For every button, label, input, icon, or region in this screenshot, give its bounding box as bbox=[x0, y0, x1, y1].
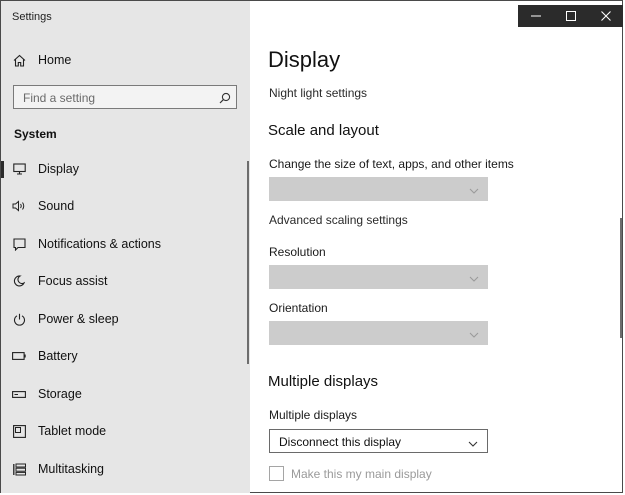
storage-icon bbox=[12, 387, 26, 401]
sidebar-item-label: Notifications & actions bbox=[38, 237, 161, 251]
home-icon bbox=[12, 53, 26, 67]
sidebar-item-label: Tablet mode bbox=[38, 424, 107, 438]
title-bar-controls bbox=[518, 5, 623, 27]
main-display-option: Make this my main display bbox=[269, 466, 432, 481]
night-light-settings-link[interactable]: Night light settings bbox=[269, 86, 367, 100]
scale-label: Change the size of text, apps, and other… bbox=[269, 157, 514, 171]
sidebar-item-sound[interactable]: Sound bbox=[1, 191, 250, 221]
sidebar-item-display[interactable]: Display bbox=[1, 154, 250, 184]
battery-icon bbox=[12, 349, 26, 363]
chevron-down-icon bbox=[469, 183, 479, 201]
chevron-down-icon bbox=[468, 436, 478, 454]
multiple-displays-label: Multiple displays bbox=[269, 408, 358, 422]
sidebar-item-label: Focus assist bbox=[38, 274, 108, 288]
sidebar-item-label: Sound bbox=[38, 199, 75, 213]
chevron-down-icon bbox=[469, 271, 479, 289]
orientation-label: Orientation bbox=[269, 301, 328, 315]
resolution-dropdown[interactable] bbox=[269, 265, 488, 289]
sidebar: Settings Home Find a setting System Disp… bbox=[1, 1, 250, 493]
sidebar-item-label: Storage bbox=[38, 387, 82, 401]
minimize-button[interactable] bbox=[518, 5, 553, 27]
sidebar-item-label: Battery bbox=[38, 349, 78, 363]
advanced-scaling-link[interactable]: Advanced scaling settings bbox=[269, 213, 408, 227]
multiple-displays-heading: Multiple displays bbox=[268, 373, 379, 390]
notification-icon bbox=[12, 237, 26, 251]
orientation-dropdown[interactable] bbox=[269, 321, 488, 345]
speaker-icon bbox=[12, 199, 26, 213]
dropdown-value: Disconnect this display bbox=[279, 435, 402, 449]
moon-icon bbox=[12, 274, 26, 288]
sidebar-item-label: Multitasking bbox=[38, 462, 104, 476]
sidebar-item-label: Display bbox=[38, 162, 79, 176]
content-scrollbar[interactable] bbox=[620, 218, 622, 338]
monitor-icon bbox=[12, 162, 26, 176]
close-button[interactable] bbox=[588, 5, 623, 27]
search-input[interactable]: Find a setting bbox=[13, 85, 237, 109]
sidebar-item-label: Home bbox=[38, 53, 72, 67]
sidebar-scrollbar[interactable] bbox=[247, 161, 249, 364]
scale-layout-heading: Scale and layout bbox=[268, 122, 379, 139]
page-title: Display bbox=[268, 47, 341, 72]
multiple-displays-dropdown[interactable]: Disconnect this display bbox=[269, 429, 488, 453]
minimize-icon bbox=[530, 15, 541, 17]
sidebar-item-battery[interactable]: Battery bbox=[1, 341, 250, 371]
sidebar-item-multitasking[interactable]: Multitasking bbox=[1, 454, 250, 484]
scale-dropdown[interactable] bbox=[269, 177, 488, 201]
window-title: Settings bbox=[12, 11, 52, 23]
sidebar-item-notifications[interactable]: Notifications & actions bbox=[1, 229, 250, 259]
close-icon bbox=[600, 11, 611, 21]
sidebar-item-tablet-mode[interactable]: Tablet mode bbox=[1, 416, 250, 446]
section-title-system: System bbox=[14, 127, 57, 141]
sidebar-item-home[interactable]: Home bbox=[1, 45, 250, 75]
power-icon bbox=[12, 312, 26, 326]
multitasking-icon bbox=[12, 462, 26, 476]
tablet-icon bbox=[12, 424, 26, 438]
search-icon bbox=[219, 91, 231, 109]
resolution-label: Resolution bbox=[269, 245, 326, 259]
maximize-button[interactable] bbox=[553, 5, 588, 27]
maximize-icon bbox=[565, 11, 576, 21]
sidebar-item-storage[interactable]: Storage bbox=[1, 379, 250, 409]
chevron-down-icon bbox=[469, 327, 479, 345]
sidebar-item-label: Power & sleep bbox=[38, 312, 119, 326]
sidebar-item-power-sleep[interactable]: Power & sleep bbox=[1, 304, 250, 334]
sidebar-item-focus-assist[interactable]: Focus assist bbox=[1, 266, 250, 296]
main-display-checkbox-label: Make this my main display bbox=[291, 466, 432, 481]
search-placeholder: Find a setting bbox=[23, 91, 96, 105]
main-display-checkbox[interactable] bbox=[269, 466, 284, 481]
